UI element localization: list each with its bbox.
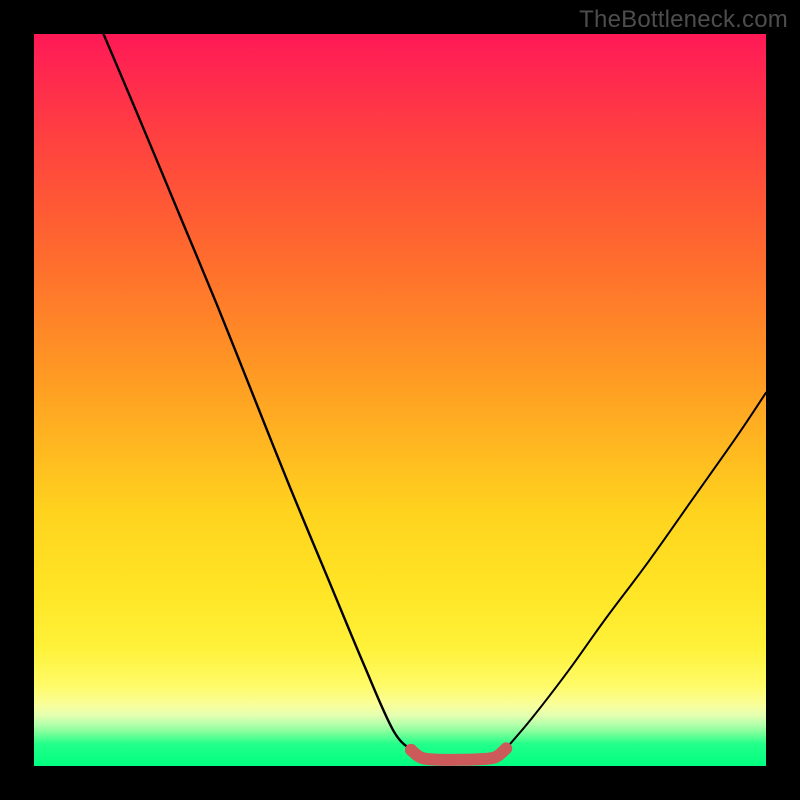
curve-left-branch — [104, 34, 411, 750]
bottleneck-curve — [34, 34, 766, 766]
plot-area — [34, 34, 766, 766]
curve-right-branch — [506, 393, 766, 749]
nub-end-dot-right — [500, 742, 512, 754]
chart-frame: TheBottleneck.com — [0, 0, 800, 800]
watermark-text: TheBottleneck.com — [579, 6, 788, 34]
nub-end-dot-left — [405, 744, 417, 756]
curve-bottom-nub — [411, 748, 506, 760]
